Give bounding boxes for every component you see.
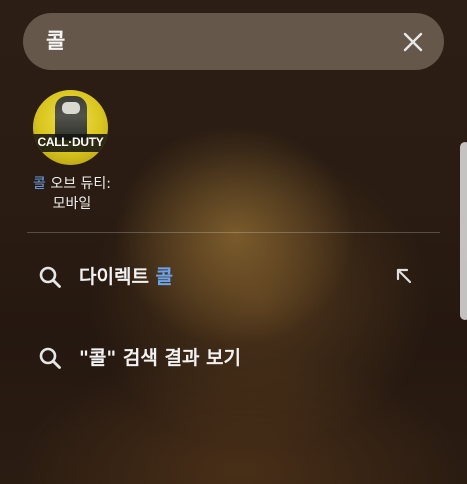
suggestion-text-prefix: 다이렉트 (79, 266, 156, 288)
close-icon[interactable] (402, 31, 424, 53)
app-label-highlight: 콜 (32, 176, 46, 192)
app-label: 콜 오브 듀티: 모바일 (22, 174, 122, 214)
suggestion-text: "콜" 검색 결과 보기 (79, 347, 242, 369)
suggestion-search-results[interactable]: "콜" 검색 결과 보기 (27, 335, 440, 379)
search-bar[interactable]: 콜 (23, 13, 444, 70)
suggestion-text-highlight: 콜 (155, 266, 174, 288)
search-input[interactable]: 콜 (46, 27, 65, 55)
suggestion-direct-call[interactable]: 다이렉트 콜 (27, 254, 440, 298)
app-label-line2: 모바일 (52, 196, 92, 212)
suggestion-text: 다이렉트 콜 (79, 264, 173, 290)
soldier-mask (62, 102, 80, 114)
divider (27, 232, 440, 233)
app-label-rest: 오브 듀티: (45, 176, 112, 192)
call-of-duty-app-icon[interactable]: CALL·DUTY (33, 90, 108, 165)
search-icon (39, 266, 61, 288)
search-icon (39, 347, 61, 369)
app-result-call-of-duty[interactable]: CALL·DUTY 콜 오브 듀티: 모바일 (22, 88, 122, 216)
edge-panel-handle[interactable] (460, 142, 467, 320)
arrow-up-left-icon[interactable] (394, 266, 414, 286)
app-logo-text: CALL·DUTY (37, 135, 104, 149)
